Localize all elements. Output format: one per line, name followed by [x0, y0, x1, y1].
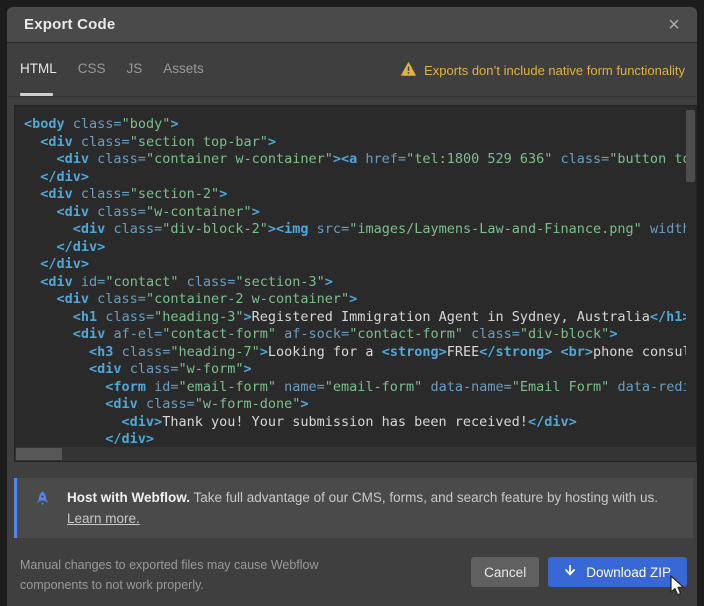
code-line: <div class="w-container">: [24, 204, 686, 222]
code-line: <form id="email-form" name="email-form" …: [24, 379, 686, 397]
code-viewer[interactable]: <body class="body"> <div class="section …: [14, 105, 697, 462]
code-line: <div class="container-2 w-container">: [24, 291, 686, 309]
horizontal-scrollbar-track[interactable]: [15, 447, 696, 461]
code-line: <div af-el="contact-form" af-sock="conta…: [24, 326, 686, 344]
learn-more-link[interactable]: Learn more.: [67, 511, 140, 526]
tab-js[interactable]: JS: [127, 61, 143, 76]
code-content: <body class="body"> <div class="section …: [15, 106, 686, 447]
tab-bar: HTML CSS JS Assets Exports don’t include…: [7, 44, 697, 97]
banner-text: Host with Webflow. Take full advantage o…: [67, 487, 681, 529]
code-line: </div>: [24, 256, 686, 274]
dialog-title: Export Code: [24, 16, 115, 33]
active-tab-indicator: [20, 93, 53, 96]
banner-bold: Host with Webflow.: [67, 490, 190, 505]
warning-icon: [401, 62, 416, 79]
code-line: <body class="body">: [24, 116, 686, 134]
export-code-dialog: Export Code × HTML CSS JS Assets: [7, 7, 697, 606]
rocket-icon: [34, 491, 51, 513]
code-line: <h3 class="heading-7">Looking for a <str…: [24, 344, 686, 362]
screen: Export Code × HTML CSS JS Assets: [0, 0, 704, 606]
code-line: <div class="w-form-done">: [24, 396, 686, 414]
download-zip-label: Download ZIP: [586, 565, 671, 580]
code-line: <div id="contact" class="section-3">: [24, 274, 686, 292]
code-line: </div>: [24, 431, 686, 447]
tab-html[interactable]: HTML: [20, 61, 57, 76]
download-zip-button[interactable]: Download ZIP: [548, 557, 687, 587]
form-functionality-warning: Exports don’t include native form functi…: [401, 62, 685, 79]
footer-note-line2: components to not work properly.: [20, 578, 204, 592]
code-line: <div class="w-form">: [24, 361, 686, 379]
tabs: HTML CSS JS Assets: [20, 61, 204, 76]
tab-assets[interactable]: Assets: [163, 61, 204, 76]
dialog-titlebar: Export Code ×: [7, 7, 697, 43]
tab-css[interactable]: CSS: [78, 61, 106, 76]
close-icon[interactable]: ×: [661, 12, 687, 38]
code-line: <div class="container w-container"><a hr…: [24, 151, 686, 169]
vertical-scrollbar[interactable]: [686, 110, 695, 182]
horizontal-scrollbar-thumb[interactable]: [16, 448, 62, 460]
warning-text: Exports don’t include native form functi…: [424, 63, 685, 78]
code-line: <div>Thank you! Your submission has been…: [24, 414, 686, 432]
footer-buttons: Cancel Download ZIP: [471, 557, 687, 587]
banner-message: Take full advantage of our CMS, forms, a…: [190, 490, 658, 505]
code-line: <div class="div-block-2"><img src="image…: [24, 221, 686, 239]
cancel-button[interactable]: Cancel: [471, 557, 539, 587]
code-line: </div>: [24, 239, 686, 257]
hosting-banner: Host with Webflow. Take full advantage o…: [14, 478, 693, 538]
footer-note: Manual changes to exported files may cau…: [20, 555, 319, 595]
footer-note-line1: Manual changes to exported files may cau…: [20, 558, 319, 572]
code-line: <div class="section top-bar">: [24, 134, 686, 152]
download-arrow-icon: [564, 564, 576, 580]
code-line: <div class="section-2">: [24, 186, 686, 204]
code-line: <h1 class="heading-3">Registered Immigra…: [24, 309, 686, 327]
code-line: </div>: [24, 169, 686, 187]
